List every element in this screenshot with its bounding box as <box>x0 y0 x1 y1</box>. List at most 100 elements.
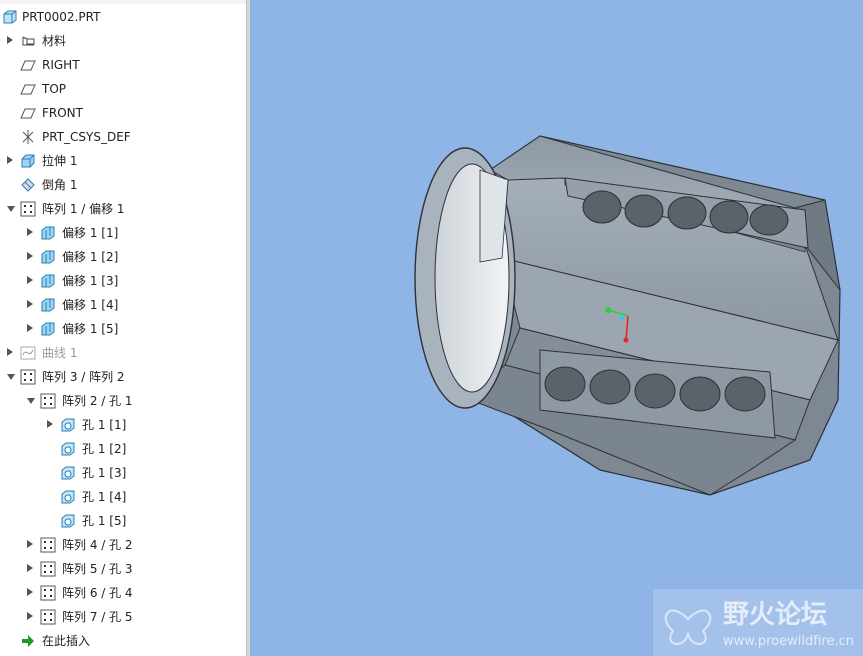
collapse-arrow-icon[interactable] <box>27 398 35 404</box>
expand-arrow-icon[interactable] <box>47 420 53 428</box>
tree-item-label: RIGHT <box>42 58 80 72</box>
tree-item[interactable]: 孔 1 [3] <box>0 461 246 485</box>
tree-item-label: PRT_CSYS_DEF <box>42 130 131 144</box>
tree-item[interactable]: 孔 1 [1] <box>0 413 246 437</box>
tree-item-label: 偏移 1 [1] <box>62 226 119 240</box>
tree-item-label: 阵列 2 / 孔 1 <box>62 394 133 408</box>
expand-arrow-icon[interactable] <box>27 564 33 572</box>
expand-arrow-icon[interactable] <box>27 252 33 260</box>
tree-item[interactable]: 偏移 1 [5] <box>0 317 246 341</box>
tree-item[interactable]: 偏移 1 [3] <box>0 269 246 293</box>
tree-item-label: 孔 1 [5] <box>82 514 127 528</box>
tree-item-label: 阵列 7 / 孔 5 <box>62 610 133 624</box>
tree-item[interactable]: 拉伸 1 <box>0 149 246 173</box>
part-icon <box>2 9 18 25</box>
material-icon <box>20 33 36 49</box>
tree-item[interactable]: 阵列 2 / 孔 1 <box>0 389 246 413</box>
offset-icon <box>40 321 56 337</box>
tree-item[interactable]: 阵列 1 / 偏移 1 <box>0 197 246 221</box>
tree-item-label: 偏移 1 [4] <box>62 298 119 312</box>
expand-arrow-icon[interactable] <box>27 324 33 332</box>
tree-item-label: 孔 1 [2] <box>82 442 127 456</box>
tree-item[interactable]: 在此插入 <box>0 629 246 653</box>
tree-item[interactable]: 曲线 1 <box>0 341 246 365</box>
tree-item-label: 阵列 1 / 偏移 1 <box>42 202 125 216</box>
tree-item-label: 孔 1 [4] <box>82 490 127 504</box>
tree-item-label: 孔 1 [3] <box>82 466 127 480</box>
expand-arrow-icon[interactable] <box>7 36 13 44</box>
chamfer-icon <box>20 177 36 193</box>
pattern-icon <box>20 369 36 385</box>
model-view <box>414 135 841 496</box>
tree-item-label: FRONT <box>42 106 83 120</box>
hole-icon <box>60 489 76 505</box>
expand-arrow-icon[interactable] <box>27 588 33 596</box>
datum-plane-icon <box>20 105 36 121</box>
watermark-title: 野火论坛 <box>723 600 827 630</box>
tree-item-label: 材料 <box>42 34 67 48</box>
pattern-icon <box>40 585 56 601</box>
model-tree-panel: PRT0002.PRT 材料 RIGHT TOP FRONT PRT_CSYS_DEF 拉伸… <box>0 0 246 656</box>
expand-arrow-icon[interactable] <box>7 156 13 164</box>
hole-icon <box>60 465 76 481</box>
extrude-icon <box>20 153 36 169</box>
csys-icon <box>20 129 36 145</box>
expand-arrow-icon[interactable] <box>27 612 33 620</box>
pattern-icon <box>40 393 56 409</box>
tree-item[interactable]: TOP <box>0 77 246 101</box>
tree-item-label: PRT0002.PRT <box>22 10 101 24</box>
expand-arrow-icon[interactable] <box>27 228 33 236</box>
graphics-viewport[interactable]: 野火论坛 www.proewildfire.cn <box>250 0 863 656</box>
collapse-arrow-icon[interactable] <box>7 206 15 212</box>
tree-item[interactable]: 阵列 5 / 孔 3 <box>0 557 246 581</box>
pattern-icon <box>40 561 56 577</box>
tree-item[interactable]: FRONT <box>0 101 246 125</box>
insert-here-icon <box>20 633 36 649</box>
expand-arrow-icon[interactable] <box>27 276 33 284</box>
tree-item[interactable]: 偏移 1 [4] <box>0 293 246 317</box>
hole-icon <box>60 441 76 457</box>
tree-item-label: 阵列 6 / 孔 4 <box>62 586 133 600</box>
tree-top-strip <box>0 0 246 4</box>
tree-item-label: 孔 1 [1] <box>82 418 127 432</box>
hole-icon <box>60 417 76 433</box>
tree-item[interactable]: PRT0002.PRT <box>0 5 246 29</box>
curve-icon <box>20 345 36 361</box>
tree-item-label: 偏移 1 [2] <box>62 250 119 264</box>
pattern-icon <box>40 609 56 625</box>
tree-item[interactable]: 孔 1 [4] <box>0 485 246 509</box>
watermark-url: www.proewildfire.cn <box>723 634 854 649</box>
tree-item-label: 阵列 4 / 孔 2 <box>62 538 133 552</box>
tree-item-label: 在此插入 <box>42 634 91 648</box>
offset-icon <box>40 225 56 241</box>
hole-icon <box>60 513 76 529</box>
tree-item[interactable]: 阵列 4 / 孔 2 <box>0 533 246 557</box>
expand-arrow-icon[interactable] <box>27 540 33 548</box>
tree-item-label: 偏移 1 [3] <box>62 274 119 288</box>
tree-item[interactable]: 倒角 1 <box>0 173 246 197</box>
datum-plane-icon <box>20 57 36 73</box>
pattern-icon <box>20 201 36 217</box>
tree-item[interactable]: RIGHT <box>0 53 246 77</box>
tree-item[interactable]: 阵列 6 / 孔 4 <box>0 581 246 605</box>
tree-item[interactable]: 材料 <box>0 29 246 53</box>
tree-item-label: 曲线 1 <box>42 346 78 360</box>
pattern-icon <box>40 537 56 553</box>
tree-item[interactable]: 偏移 1 [2] <box>0 245 246 269</box>
tree-item-label: 偏移 1 [5] <box>62 322 119 336</box>
tree-item[interactable]: 孔 1 [2] <box>0 437 246 461</box>
tree-item-label: TOP <box>42 82 67 96</box>
tree-item[interactable]: PRT_CSYS_DEF <box>0 125 246 149</box>
tree-item[interactable]: 阵列 7 / 孔 5 <box>0 605 246 629</box>
expand-arrow-icon[interactable] <box>27 300 33 308</box>
expand-arrow-icon[interactable] <box>7 348 13 356</box>
tree-item[interactable]: 阵列 3 / 阵列 2 <box>0 365 246 389</box>
tree-item[interactable]: 偏移 1 [1] <box>0 221 246 245</box>
offset-icon <box>40 249 56 265</box>
collapse-arrow-icon[interactable] <box>7 374 15 380</box>
tree-item[interactable]: 孔 1 [5] <box>0 509 246 533</box>
offset-icon <box>40 273 56 289</box>
datum-plane-icon <box>20 81 36 97</box>
tree-item-label: 拉伸 1 <box>42 154 78 168</box>
watermark: 野火论坛 www.proewildfire.cn <box>653 589 863 656</box>
